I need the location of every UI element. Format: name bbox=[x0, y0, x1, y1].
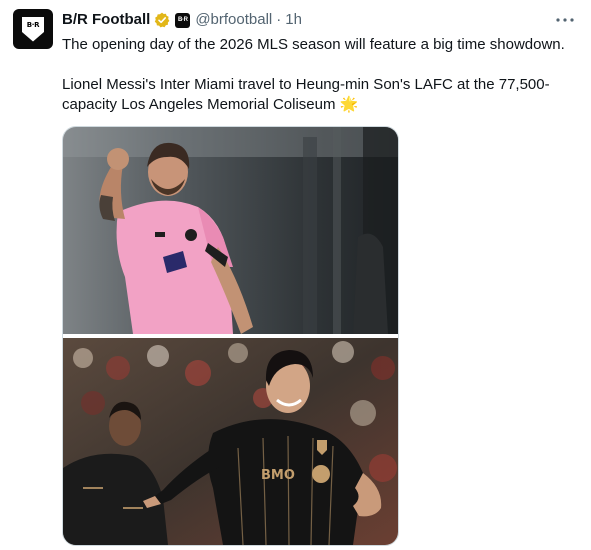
br-logo-icon: B·R bbox=[22, 16, 44, 42]
affiliation-badge-icon[interactable]: B·R bbox=[175, 12, 191, 28]
verified-badge-icon[interactable] bbox=[154, 12, 170, 28]
tweet-line-1: The opening day of the 2026 MLS season w… bbox=[62, 36, 565, 53]
timestamp[interactable]: 1h bbox=[285, 10, 302, 30]
avatar[interactable]: B·R bbox=[13, 9, 53, 49]
messi-photo[interactable] bbox=[63, 127, 398, 334]
tweet-media[interactable]: BMO bbox=[62, 126, 399, 546]
tweet-header: B/R Football B·R @brfootball · 1h bbox=[62, 10, 575, 30]
author-name[interactable]: B/R Football bbox=[62, 10, 150, 30]
jersey-sponsor-text: BMO bbox=[261, 468, 295, 483]
star-emoji-icon: 🌟 bbox=[339, 96, 359, 113]
more-options-icon[interactable] bbox=[555, 10, 575, 30]
son-photo[interactable]: BMO bbox=[63, 338, 398, 545]
separator-dot: · bbox=[276, 11, 282, 28]
tweet[interactable]: B·R B/R Football B·R @brfootball · 1h Th… bbox=[0, 0, 591, 550]
author-handle[interactable]: @brfootball bbox=[195, 10, 272, 30]
tweet-text: The opening day of the 2026 MLS season w… bbox=[62, 35, 577, 115]
tweet-line-2-text: Lionel Messi's Inter Miami travel to Heu… bbox=[62, 76, 550, 113]
affiliation-badge-text: B·R bbox=[177, 17, 188, 23]
avatar-logo-text: B·R bbox=[26, 20, 40, 29]
tweet-line-2: Lionel Messi's Inter Miami travel to Heu… bbox=[62, 75, 577, 115]
